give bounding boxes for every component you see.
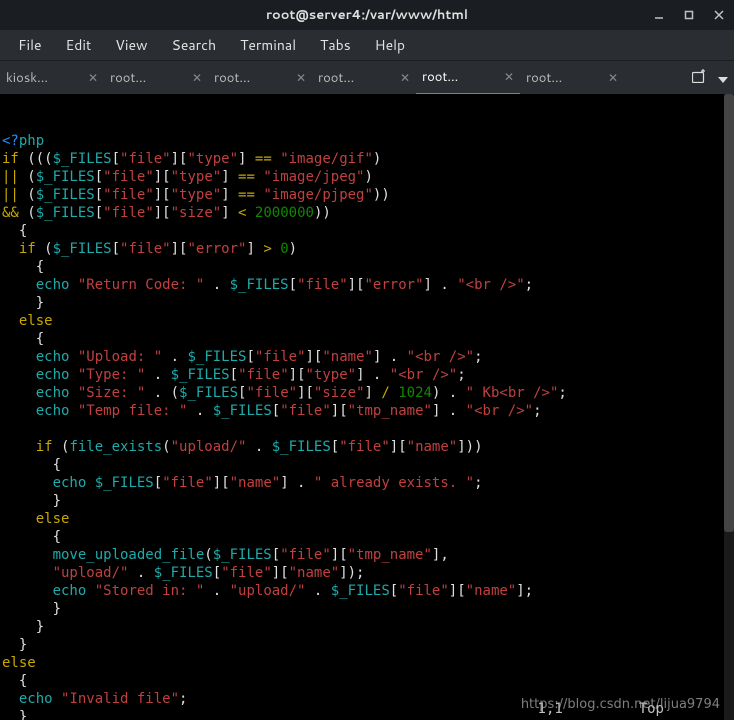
close-icon[interactable]: ✕ bbox=[186, 69, 202, 86]
tab-actions bbox=[692, 68, 734, 88]
tab-label: root... bbox=[422, 68, 498, 86]
tab-1[interactable]: root... ✕ bbox=[104, 61, 208, 95]
tab-0[interactable]: kiosk... ✕ bbox=[0, 61, 104, 95]
menu-bar: File Edit View Search Terminal Tabs Help bbox=[0, 30, 734, 60]
tab-2[interactable]: root... ✕ bbox=[208, 61, 312, 95]
close-button[interactable] bbox=[704, 0, 734, 30]
menu-search[interactable]: Search bbox=[160, 31, 229, 59]
tab-label: root... bbox=[526, 69, 602, 87]
menu-tabs[interactable]: Tabs bbox=[308, 31, 363, 59]
menu-edit[interactable]: Edit bbox=[54, 31, 104, 59]
window-controls bbox=[644, 0, 734, 30]
terminal-area[interactable]: <?phpif ((($_FILES["file"]["type"] == "i… bbox=[0, 94, 734, 720]
tab-bar: kiosk... ✕ root... ✕ root... ✕ root... ✕… bbox=[0, 60, 734, 94]
new-tab-icon[interactable] bbox=[692, 68, 708, 88]
code-content: <?phpif ((($_FILES["file"]["type"] == "i… bbox=[2, 132, 732, 720]
tab-label: root... bbox=[110, 69, 186, 87]
close-icon[interactable]: ✕ bbox=[394, 69, 410, 86]
watermark: https://blog.csdn.net/lijua9794 bbox=[521, 696, 720, 714]
window-titlebar: root@server4:/var/www/html bbox=[0, 0, 734, 30]
minimize-button[interactable] bbox=[644, 0, 674, 30]
window-title: root@server4:/var/www/html bbox=[266, 6, 468, 24]
menu-view[interactable]: View bbox=[103, 31, 159, 59]
tab-label: root... bbox=[318, 69, 394, 87]
menu-help[interactable]: Help bbox=[363, 31, 417, 59]
tab-dropdown-icon[interactable] bbox=[718, 68, 728, 88]
maximize-button[interactable] bbox=[674, 0, 704, 30]
tab-label: kiosk... bbox=[6, 69, 82, 87]
close-icon[interactable]: ✕ bbox=[498, 68, 514, 85]
menu-file[interactable]: File bbox=[6, 31, 54, 59]
menu-terminal[interactable]: Terminal bbox=[228, 31, 308, 59]
tab-3[interactable]: root... ✕ bbox=[312, 61, 416, 95]
scrollbar[interactable] bbox=[724, 94, 734, 720]
close-icon[interactable]: ✕ bbox=[82, 69, 98, 86]
scrollbar-thumb[interactable] bbox=[724, 94, 734, 532]
tab-label: root... bbox=[214, 69, 290, 87]
close-icon[interactable]: ✕ bbox=[290, 69, 306, 86]
close-icon[interactable]: ✕ bbox=[602, 69, 618, 86]
tab-4[interactable]: root... ✕ bbox=[416, 61, 520, 95]
tab-5[interactable]: root... ✕ bbox=[520, 61, 624, 95]
